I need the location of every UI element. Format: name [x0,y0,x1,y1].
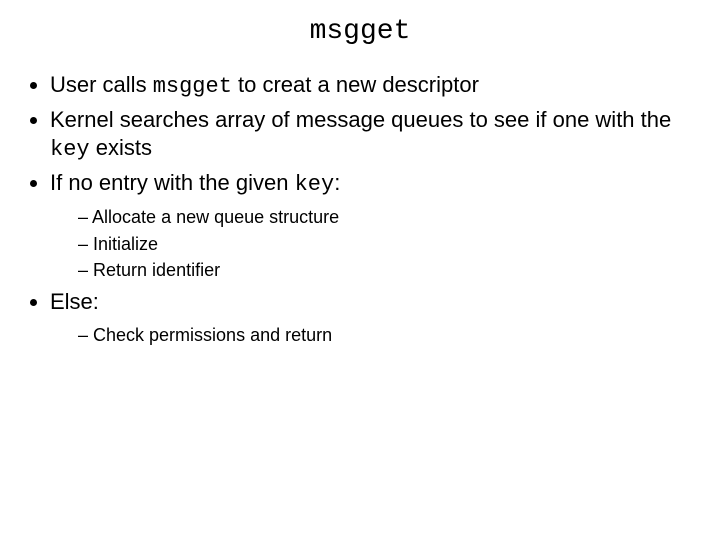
code-span: msgget [153,74,232,99]
slide: msgget User calls msgget to creat a new … [0,0,720,540]
bullet-list: User calls msgget to creat a new descrip… [20,71,700,347]
bullet-item: User calls msgget to creat a new descrip… [50,71,700,102]
bullet-text: If no entry with the given [50,170,295,195]
bullet-item: Kernel searches array of message queues … [50,106,700,165]
bullet-text: : [334,170,340,195]
sub-bullet-item: Return identifier [78,258,700,282]
sub-bullet-item: Allocate a new queue structure [78,205,700,229]
bullet-text: to creat a new descriptor [232,72,479,97]
bullet-text: Else: [50,289,99,314]
sub-bullet-list: Allocate a new queue structure Initializ… [50,205,700,282]
bullet-text: Kernel searches array of message queues … [50,107,671,132]
sub-bullet-list: Check permissions and return [50,323,700,347]
code-span: key [295,172,335,197]
bullet-text: exists [90,135,152,160]
sub-bullet-item: Check permissions and return [78,323,700,347]
code-span: key [50,137,90,162]
bullet-item: Else: Check permissions and return [50,288,700,347]
bullet-item: If no entry with the given key: Allocate… [50,169,700,282]
bullet-text: User calls [50,72,153,97]
sub-bullet-item: Initialize [78,232,700,256]
slide-title: msgget [20,16,700,47]
